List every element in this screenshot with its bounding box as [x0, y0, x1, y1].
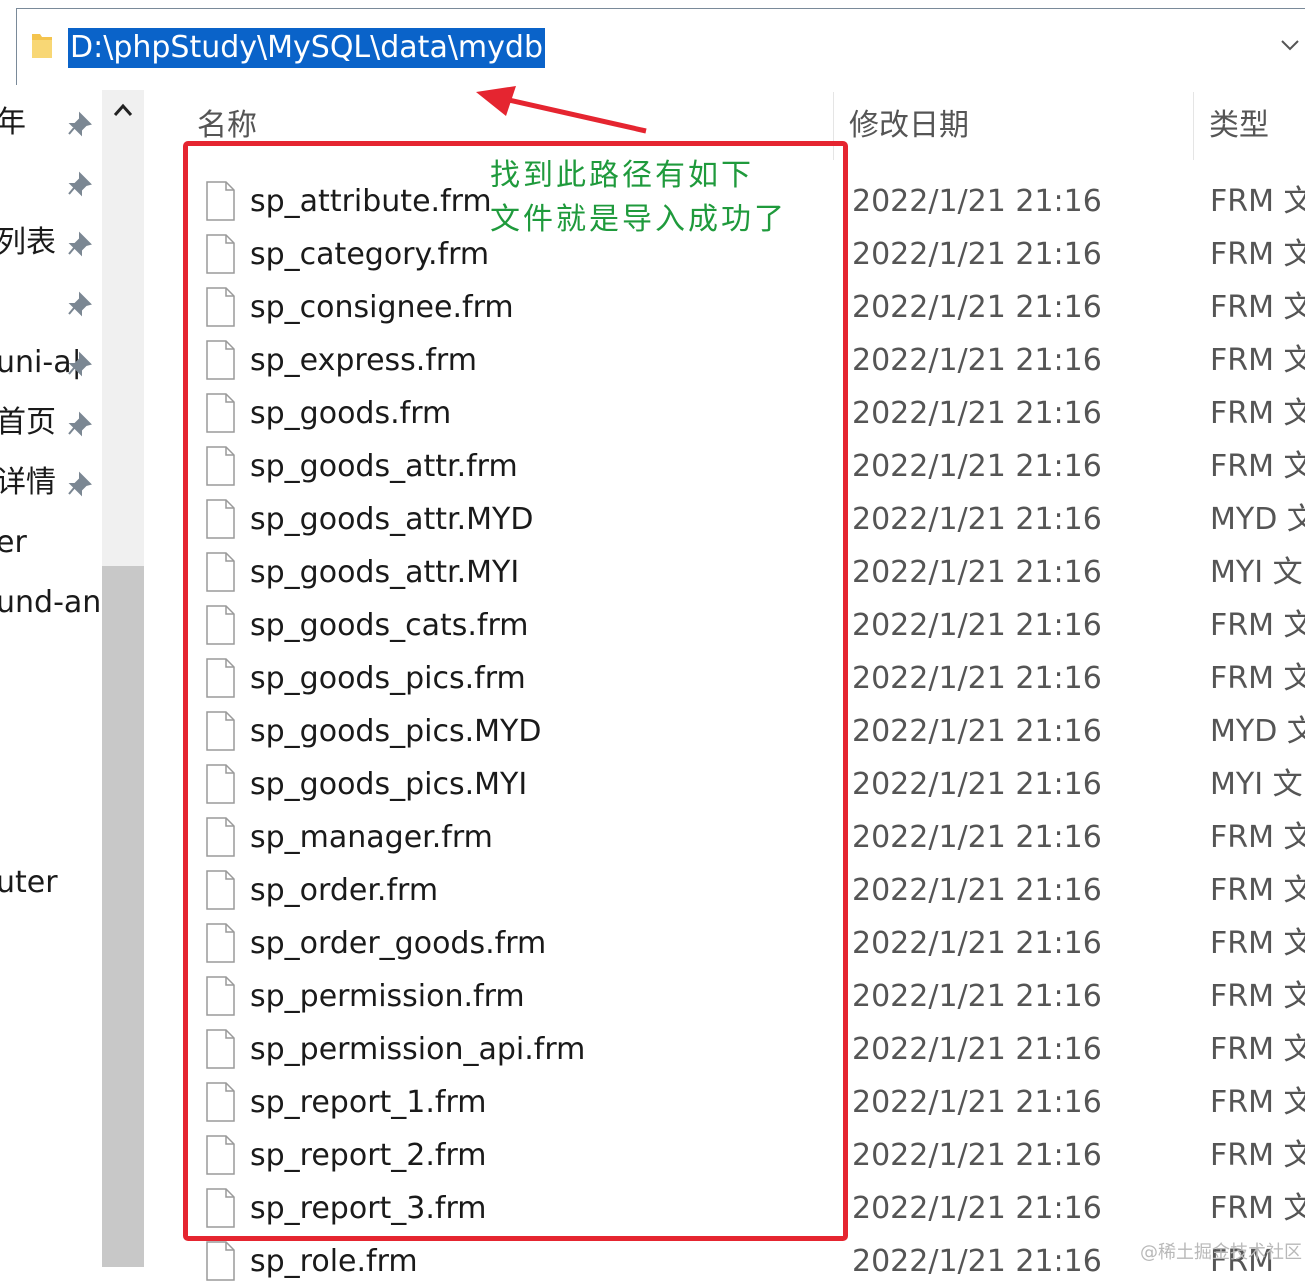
annotation-arrow-icon — [476, 86, 647, 134]
file-modified-date: 2022/1/21 21:16 — [852, 396, 1102, 431]
file-type: FRM 文 — [1210, 979, 1305, 1014]
file-modified-date: 2022/1/21 21:16 — [852, 1191, 1102, 1226]
file-modified-date: 2022/1/21 21:16 — [852, 767, 1102, 802]
nav-item-label: 年 — [0, 105, 26, 140]
nav-item[interactable]: 列表 — [0, 223, 102, 263]
chevron-down-icon[interactable] — [1280, 38, 1300, 52]
nav-item[interactable] — [0, 163, 102, 203]
pin-icon[interactable] — [66, 111, 94, 137]
file-modified-date: 2022/1/21 21:16 — [852, 873, 1102, 908]
scroll-up-icon[interactable] — [112, 102, 134, 118]
file-type: FRM 文 — [1210, 184, 1305, 219]
nav-item[interactable]: 详情 — [0, 463, 102, 503]
nav-item-label: 详情 — [0, 465, 56, 500]
watermark: @稀土掘金技术社区 — [1140, 1242, 1302, 1263]
pin-icon[interactable] — [66, 411, 94, 437]
annotation-line-2: 文件就是导入成功了 — [490, 202, 787, 237]
file-name: sp_role.frm — [250, 1244, 418, 1279]
file-modified-date: 2022/1/21 21:16 — [852, 237, 1102, 272]
address-path[interactable]: D:\phpStudy\MySQL\data\mydb — [68, 28, 545, 68]
nav-scrollbar-thumb[interactable] — [102, 566, 144, 1267]
annotation-line-1: 找到此路径有如下 — [490, 158, 754, 193]
address-bar-area: D:\phpStudy\MySQL\data\mydb — [0, 0, 1305, 86]
nav-item-label: und-an — [0, 585, 102, 620]
file-modified-date: 2022/1/21 21:16 — [852, 714, 1102, 749]
folder-icon — [32, 34, 52, 58]
file-modified-date: 2022/1/21 21:16 — [852, 1085, 1102, 1120]
nav-item-label: uter — [0, 865, 58, 900]
file-modified-date: 2022/1/21 21:16 — [852, 661, 1102, 696]
file-modified-date: 2022/1/21 21:16 — [852, 449, 1102, 484]
file-type: FRM 文 — [1210, 237, 1305, 272]
file-type: FRM 文 — [1210, 873, 1305, 908]
file-type: FRM 文 — [1210, 396, 1305, 431]
column-header-date[interactable]: 修改日期 — [849, 100, 969, 144]
nav-item[interactable]: uni-a| — [0, 343, 102, 383]
file-modified-date: 2022/1/21 21:16 — [852, 979, 1102, 1014]
file-modified-date: 2022/1/21 21:16 — [852, 820, 1102, 855]
file-type: FRM 文 — [1210, 290, 1305, 325]
file-type: MYD 文 — [1210, 502, 1305, 537]
file-type: FRM 文 — [1210, 1138, 1305, 1173]
nav-item-label: 首页 — [0, 405, 56, 440]
file-type: MYD 文 — [1210, 714, 1305, 749]
pin-icon[interactable] — [66, 171, 94, 197]
nav-item[interactable]: er — [0, 523, 102, 563]
file-modified-date: 2022/1/21 21:16 — [852, 1138, 1102, 1173]
file-type: MYI 文 — [1210, 555, 1303, 590]
nav-item-label: 列表 — [0, 225, 56, 260]
column-header-type[interactable]: 类型 — [1209, 100, 1269, 144]
file-type: FRM 文 — [1210, 608, 1305, 643]
file-type: FRM 文 — [1210, 820, 1305, 855]
file-modified-date: 2022/1/21 21:16 — [852, 502, 1102, 537]
nav-item[interactable]: 年 — [0, 103, 102, 143]
file-type: FRM 文 — [1210, 343, 1305, 378]
pin-icon[interactable] — [66, 231, 94, 257]
file-modified-date: 2022/1/21 21:16 — [852, 926, 1102, 961]
file-type: MYI 文 — [1210, 767, 1303, 802]
nav-item[interactable]: und-an — [0, 583, 102, 623]
file-type: FRM 文 — [1210, 1085, 1305, 1120]
nav-item[interactable] — [0, 283, 102, 323]
file-modified-date: 2022/1/21 21:16 — [852, 1244, 1102, 1279]
file-modified-date: 2022/1/21 21:16 — [852, 608, 1102, 643]
nav-item-label: er — [0, 525, 27, 560]
file-type: FRM 文 — [1210, 926, 1305, 961]
nav-item[interactable]: 首页 — [0, 403, 102, 443]
file-icon — [206, 1241, 235, 1281]
file-type: FRM 文 — [1210, 1032, 1305, 1067]
highlight-box — [183, 141, 848, 1241]
file-modified-date: 2022/1/21 21:16 — [852, 343, 1102, 378]
file-type: FRM 文 — [1210, 449, 1305, 484]
nav-item[interactable]: uter — [0, 863, 102, 903]
navigation-pane: 年列表 uni-a| 首页详情 er und-an uter — [0, 90, 102, 1267]
file-row[interactable]: sp_role.frm 2022/1/21 21:16 FRM — [150, 1235, 1305, 1288]
file-modified-date: 2022/1/21 21:16 — [852, 290, 1102, 325]
file-modified-date: 2022/1/21 21:16 — [852, 184, 1102, 219]
column-divider[interactable] — [1193, 92, 1194, 160]
pin-icon[interactable] — [66, 351, 94, 377]
file-modified-date: 2022/1/21 21:16 — [852, 555, 1102, 590]
pin-icon[interactable] — [66, 291, 94, 317]
file-type: FRM 文 — [1210, 661, 1305, 696]
column-header-name[interactable]: 名称 — [197, 100, 257, 144]
file-type: FRM 文 — [1210, 1191, 1305, 1226]
pin-icon[interactable] — [66, 471, 94, 497]
nav-scrollbar[interactable] — [102, 90, 144, 1267]
file-modified-date: 2022/1/21 21:16 — [852, 1032, 1102, 1067]
annotation-note: 找到此路径有如下 文件就是导入成功了 — [490, 154, 787, 242]
